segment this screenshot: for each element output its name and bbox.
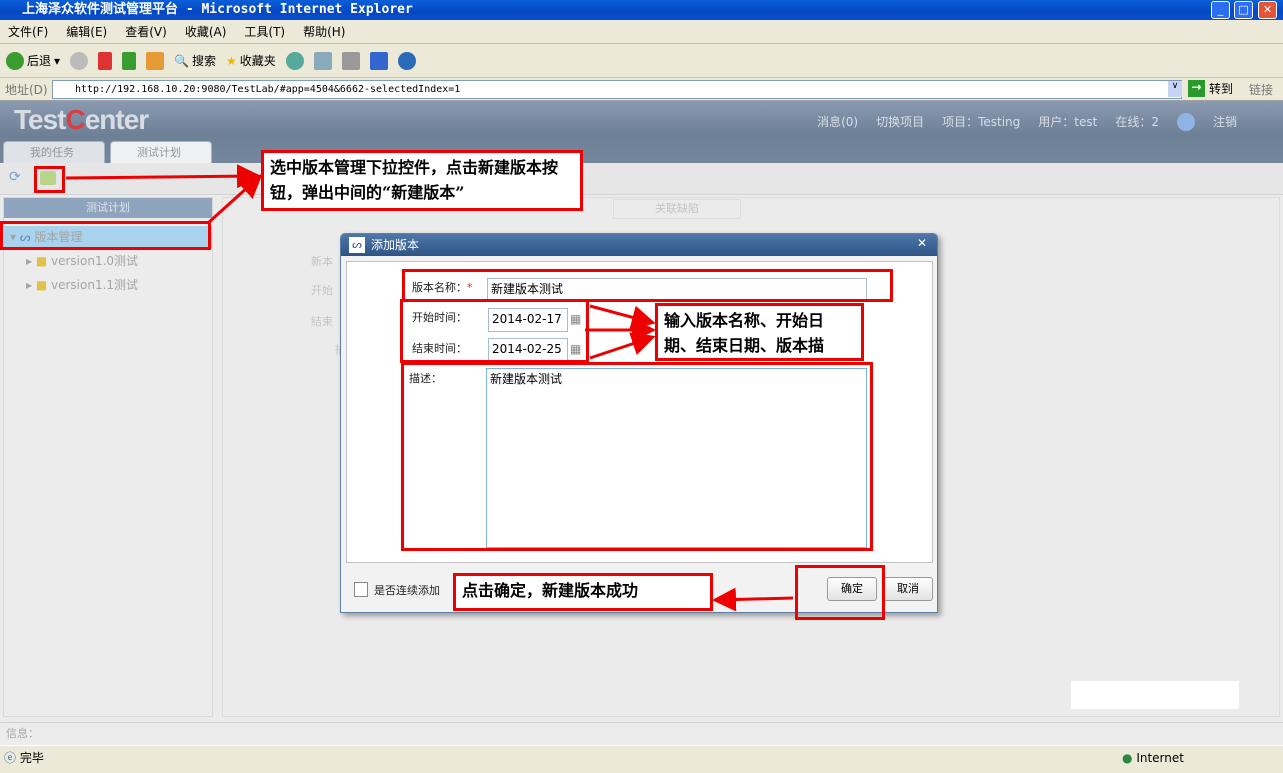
arrow — [712, 587, 794, 612]
annotation-arrows — [65, 164, 794, 612]
arrow — [206, 173, 263, 225]
arrow — [589, 332, 656, 360]
arrow — [65, 164, 261, 189]
annotation-callout: 输入版本名称、开始日期、结束日期、版本描 — [655, 303, 864, 361]
arrow — [589, 304, 656, 329]
annotation-callout: 点击确定，新建版本成功 — [453, 573, 713, 611]
annotation-callout: 选中版本管理下拉控件，点击新建版本按钮，弹出中间的“新建版本” — [261, 150, 583, 211]
